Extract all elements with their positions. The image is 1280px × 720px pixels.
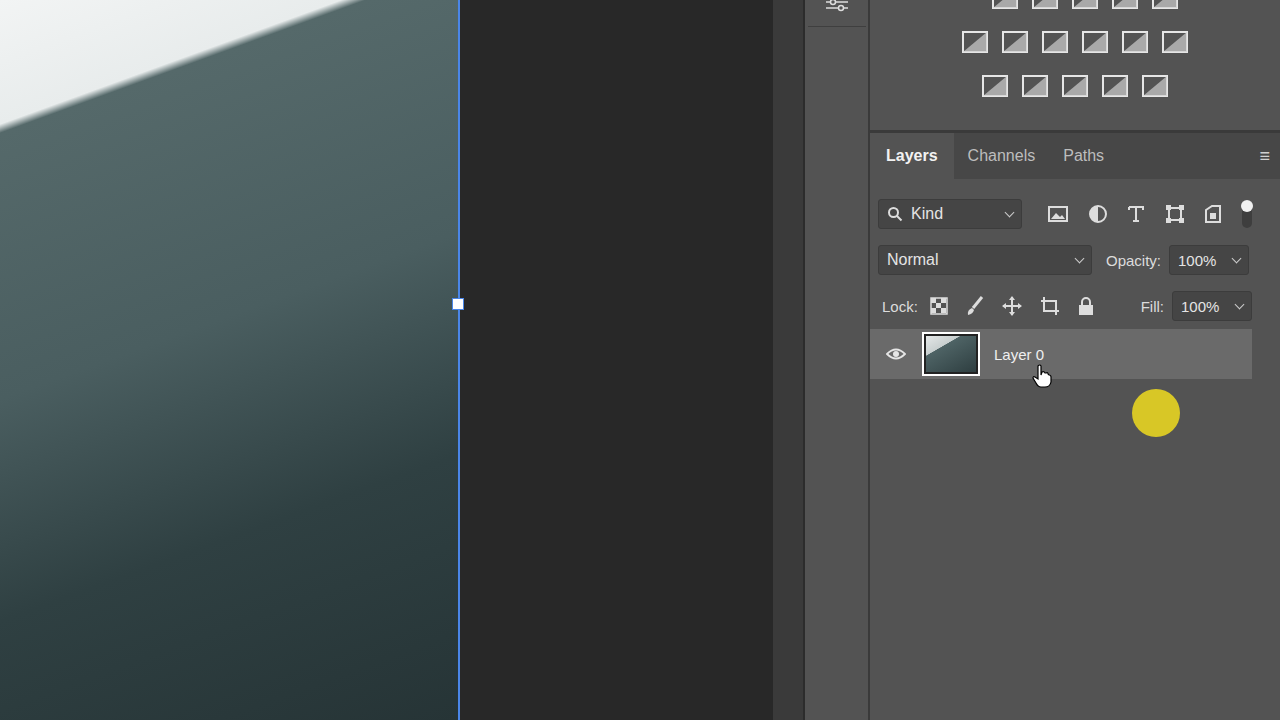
lock-transparency-icon[interactable] — [930, 297, 948, 315]
adjustment-icon[interactable] — [981, 74, 1009, 98]
opacity-field[interactable]: 100% — [1169, 245, 1249, 275]
adjustment-icon[interactable] — [1021, 74, 1049, 98]
chevron-icon — [1005, 207, 1015, 217]
panel-tab[interactable]: Channels — [954, 133, 1050, 179]
adjustment-icon[interactable] — [991, 0, 1019, 10]
panel-tab[interactable]: Paths — [1049, 133, 1118, 179]
click-highlight — [1132, 389, 1180, 437]
chevron-icon — [1232, 253, 1242, 263]
canvas-area — [460, 0, 773, 720]
panel-tab[interactable]: Layers — [870, 133, 954, 179]
layer-list: Layer 0 — [870, 329, 1280, 379]
adjustment-icon[interactable] — [1111, 0, 1139, 10]
blend-mode-dropdown[interactable]: Normal — [878, 245, 1092, 275]
hand-cursor-icon — [1032, 364, 1052, 388]
layer-thumbnail[interactable] — [922, 332, 980, 376]
pixel-filter-icon[interactable] — [1048, 205, 1068, 223]
lock-pixels-icon[interactable] — [966, 296, 984, 316]
right-panels: LayersChannelsPaths≡KindNormalOpacity:10… — [870, 0, 1280, 720]
adjustments-panel — [870, 0, 1280, 133]
adjustment-icon[interactable] — [1061, 74, 1089, 98]
guide-handle[interactable] — [452, 298, 464, 310]
guide-line[interactable] — [458, 0, 460, 720]
adjustment-icon[interactable] — [1161, 30, 1189, 54]
photoshop-window: LayersChannelsPaths≡KindNormalOpacity:10… — [0, 0, 1280, 720]
properties-icon[interactable] — [824, 0, 850, 12]
lock-all-icon[interactable] — [1078, 297, 1094, 315]
chevron-icon — [1075, 253, 1085, 263]
lock-artboard-icon[interactable] — [1040, 296, 1060, 316]
adjustment-icon[interactable] — [961, 30, 989, 54]
lock-position-icon[interactable] — [1002, 296, 1022, 316]
adjustment-icon[interactable] — [1121, 30, 1149, 54]
adjustment-icon[interactable] — [1071, 0, 1099, 10]
filter-kind-dropdown[interactable]: Kind — [878, 199, 1022, 229]
document-photo — [0, 0, 460, 720]
panel-gutter — [773, 0, 805, 720]
type-filter-icon[interactable] — [1127, 205, 1145, 223]
layer-row[interactable]: Layer 0 — [870, 329, 1252, 379]
panel-tabs: LayersChannelsPaths ≡ — [870, 133, 1280, 179]
chevron-icon — [1235, 299, 1245, 309]
adjustment-icon[interactable] — [1141, 74, 1169, 98]
adjustment-icon[interactable] — [1001, 30, 1029, 54]
eye-icon[interactable] — [886, 348, 906, 360]
adjustment-icon[interactable] — [1101, 74, 1129, 98]
shape-filter-icon[interactable] — [1165, 204, 1185, 224]
smart-object-filter-icon[interactable] — [1204, 204, 1222, 224]
adjustment-icon[interactable] — [1031, 0, 1059, 10]
adjustment-icon[interactable] — [1041, 30, 1069, 54]
layers-panel: LayersChannelsPaths≡KindNormalOpacity:10… — [870, 133, 1280, 720]
icon-dock — [805, 0, 870, 720]
panel-menu-icon[interactable]: ≡ — [1259, 146, 1280, 167]
search-icon — [887, 206, 903, 222]
adjustment-filter-icon[interactable] — [1088, 204, 1108, 224]
adjustment-icon[interactable] — [1151, 0, 1179, 10]
fill-field[interactable]: 100% — [1172, 291, 1252, 321]
adjustment-icon[interactable] — [1081, 30, 1109, 54]
filter-toggle[interactable] — [1242, 200, 1252, 228]
